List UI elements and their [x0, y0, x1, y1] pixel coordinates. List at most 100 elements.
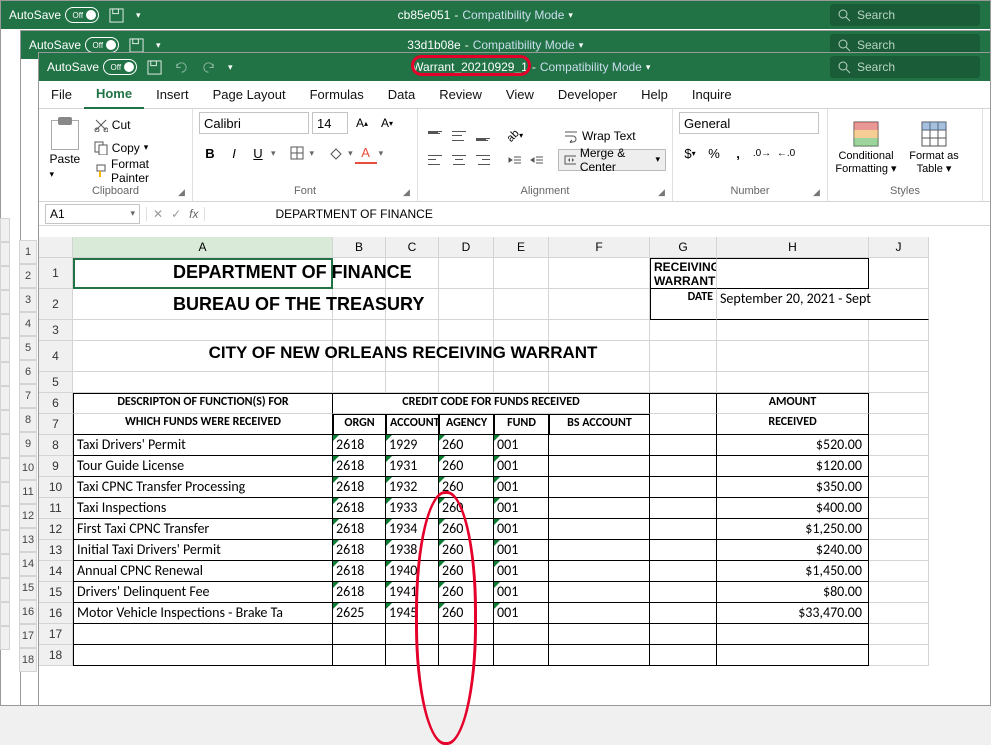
data-desc-5[interactable]: Initial Taxi Drivers' Permit [73, 540, 333, 561]
data-agency-6[interactable]: 260 [439, 561, 494, 582]
tab-file[interactable]: File [39, 81, 84, 109]
hdr-amount1[interactable]: AMOUNT [717, 393, 869, 414]
hdr-orgn[interactable]: ORGN [333, 414, 386, 435]
hdr-credit[interactable]: CREDIT CODE FOR FUNDS RECEIVED [333, 393, 650, 414]
row-header-15[interactable]: 15 [39, 582, 73, 603]
increase-indent-button[interactable] [526, 149, 548, 171]
data-amt-3[interactable]: $400.00 [717, 498, 869, 519]
col-header-E[interactable]: E [494, 237, 549, 258]
data-agency-3[interactable]: 260 [439, 498, 494, 519]
data-orgn-3[interactable]: 2618 [333, 498, 386, 519]
accept-formula-icon[interactable]: ✓ [171, 207, 181, 221]
col-header-C[interactable]: C [386, 237, 439, 258]
data-agency-4[interactable]: 260 [439, 519, 494, 540]
save-icon[interactable] [129, 38, 144, 53]
align-top-button[interactable] [424, 125, 446, 147]
data-bs-2[interactable] [549, 477, 650, 498]
data-orgn-5[interactable]: 2618 [333, 540, 386, 561]
percent-button[interactable]: % [703, 142, 725, 164]
row-header-8[interactable]: 8 [39, 435, 73, 456]
hdr-desc1[interactable]: DESCRIPTON OF FUNCTION(S) FOR [73, 393, 333, 414]
tab-formulas[interactable]: Formulas [298, 81, 376, 109]
decrease-indent-button[interactable] [504, 149, 526, 171]
data-agency-8[interactable]: 260 [439, 603, 494, 624]
underline-button[interactable]: U [247, 142, 269, 164]
data-acct-3[interactable]: 1933 [386, 498, 439, 519]
alignment-launcher-icon[interactable]: ◢ [658, 187, 670, 199]
search-box-3[interactable]: Search [830, 4, 980, 26]
hdr-bs[interactable]: BS ACCOUNT [549, 414, 650, 435]
fx-icon[interactable]: fx [189, 207, 198, 221]
data-agency-2[interactable]: 260 [439, 477, 494, 498]
row-header-16[interactable]: 16 [39, 603, 73, 624]
tab-page-layout[interactable]: Page Layout [201, 81, 298, 109]
data-acct-8[interactable]: 1945 [386, 603, 439, 624]
align-middle-button[interactable] [448, 125, 470, 147]
tab-review[interactable]: Review [427, 81, 494, 109]
col-header-J[interactable]: J [869, 237, 929, 258]
data-bs-6[interactable] [549, 561, 650, 582]
font-color-button[interactable]: A [355, 142, 377, 164]
align-left-button[interactable] [424, 149, 446, 171]
increase-font-icon[interactable]: A▴ [351, 112, 373, 134]
data-orgn-2[interactable]: 2618 [333, 477, 386, 498]
data-fund-4[interactable]: 001 [494, 519, 549, 540]
number-launcher-icon[interactable]: ◢ [813, 187, 825, 199]
italic-button[interactable]: I [223, 142, 245, 164]
paste-button[interactable]: Paste▾ [45, 116, 85, 180]
row-header-7[interactable]: 7 [39, 414, 73, 435]
row-header-17[interactable]: 17 [39, 624, 73, 645]
data-orgn-6[interactable]: 2618 [333, 561, 386, 582]
undo-icon[interactable] [174, 60, 189, 75]
data-fund-5[interactable]: 001 [494, 540, 549, 561]
row-header-12[interactable]: 12 [39, 519, 73, 540]
data-amt-0[interactable]: $520.00 [717, 435, 869, 456]
row-header-10[interactable]: 10 [39, 477, 73, 498]
data-orgn-4[interactable]: 2618 [333, 519, 386, 540]
cell-warrant-no[interactable] [717, 258, 869, 289]
hdr-amount2[interactable]: RECEIVED [717, 414, 869, 435]
row-header-5[interactable]: 5 [39, 372, 73, 393]
data-agency-1[interactable]: 260 [439, 456, 494, 477]
number-format-select[interactable] [679, 112, 819, 134]
font-launcher-icon[interactable]: ◢ [403, 187, 415, 199]
data-acct-2[interactable]: 1932 [386, 477, 439, 498]
hdr-account[interactable]: ACCOUNT [386, 414, 439, 435]
fill-color-button[interactable] [324, 142, 346, 164]
hdr-fund[interactable]: FUND [494, 414, 549, 435]
data-desc-3[interactable]: Taxi Inspections [73, 498, 333, 519]
formula-input[interactable]: DEPARTMENT OF FINANCE [205, 207, 990, 221]
data-acct-6[interactable]: 1940 [386, 561, 439, 582]
cells-grid[interactable]: RECEIVINGWARRANT NO.DEPARTMENT OF FINANC… [73, 258, 929, 666]
data-desc-6[interactable]: Annual CPNC Renewal [73, 561, 333, 582]
font-size-select[interactable] [312, 112, 348, 134]
data-fund-1[interactable]: 001 [494, 456, 549, 477]
row-header-13[interactable]: 13 [39, 540, 73, 561]
data-desc-1[interactable]: Tour Guide License [73, 456, 333, 477]
tab-developer[interactable]: Developer [546, 81, 629, 109]
data-fund-2[interactable]: 001 [494, 477, 549, 498]
tab-insert[interactable]: Insert [144, 81, 201, 109]
cancel-formula-icon[interactable]: ✕ [153, 207, 163, 221]
data-bs-3[interactable] [549, 498, 650, 519]
row-header-6[interactable]: 6 [39, 393, 73, 414]
data-desc-7[interactable]: Drivers' Delinquent Fee [73, 582, 333, 603]
data-acct-7[interactable]: 1941 [386, 582, 439, 603]
data-amt-8[interactable]: $33,470.00 [717, 603, 869, 624]
select-all-button[interactable] [39, 237, 73, 258]
currency-button[interactable]: $▾ [679, 142, 701, 164]
row-header-1[interactable]: 1 [39, 258, 73, 289]
autosave-toggle-1[interactable]: Off [103, 59, 137, 75]
data-orgn-7[interactable]: 2618 [333, 582, 386, 603]
data-desc-4[interactable]: First Taxi CPNC Transfer [73, 519, 333, 540]
hdr-agency[interactable]: AGENCY [439, 414, 494, 435]
conditional-formatting-button[interactable]: Conditional Formatting ▾ [834, 120, 898, 175]
copy-button[interactable]: Copy ▾ [94, 137, 186, 158]
comma-button[interactable]: , [727, 142, 749, 164]
col-header-F[interactable]: F [549, 237, 650, 258]
autosave-2[interactable]: AutoSave Off [29, 37, 119, 53]
cell-date-label[interactable]: DATE [650, 289, 717, 320]
font-name-select[interactable] [199, 112, 309, 134]
data-bs-0[interactable] [549, 435, 650, 456]
data-amt-1[interactable]: $120.00 [717, 456, 869, 477]
